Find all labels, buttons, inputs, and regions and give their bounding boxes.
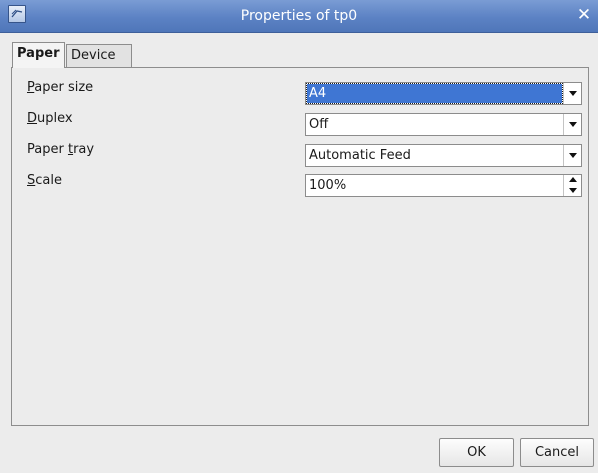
spin-down-icon[interactable] [563,185,581,196]
paper-tray-label-rest: ray [73,142,95,157]
paper-tray-label-pre: Paper [27,142,68,157]
duplex-select[interactable]: Off [305,113,582,136]
scale-value[interactable]: 100% [309,175,346,196]
paper-tray-select[interactable]: Automatic Feed [305,144,582,167]
paper-size-select[interactable]: A4 [305,82,582,105]
duplex-label: Duplex [27,111,73,126]
window-title: Properties of tp0 [240,8,358,24]
tab-device[interactable]: Device [66,44,132,67]
properties-dialog: Properties of tp0 ✕ Paper Device Paper s… [0,0,598,473]
scale-label-rest: cale [35,173,62,188]
scale-spinbox[interactable]: 100% [305,174,582,197]
paper-size-value: A4 [306,83,563,104]
duplex-value: Off [309,117,329,132]
cancel-button[interactable]: Cancel [520,438,594,467]
paper-tray-label: Paper tray [27,142,94,157]
tab-paper[interactable]: Paper [12,42,65,68]
paper-size-label-rest: aper size [34,80,94,95]
spin-up-icon[interactable] [563,175,581,185]
duplex-label-rest: uplex [37,111,73,126]
chevron-down-icon[interactable] [563,145,581,166]
chevron-down-icon[interactable] [563,83,581,104]
printer-dialog-icon [8,5,26,23]
paper-size-label: Paper size [27,80,93,95]
duplex-label-mnemonic: D [27,111,38,126]
scale-label: Scale [27,173,62,188]
close-icon[interactable]: ✕ [574,5,594,25]
chevron-down-icon[interactable] [563,114,581,135]
paper-tray-value: Automatic Feed [309,148,411,163]
title-bar[interactable]: Properties of tp0 ✕ [0,0,598,33]
ok-button[interactable]: OK [439,438,514,467]
